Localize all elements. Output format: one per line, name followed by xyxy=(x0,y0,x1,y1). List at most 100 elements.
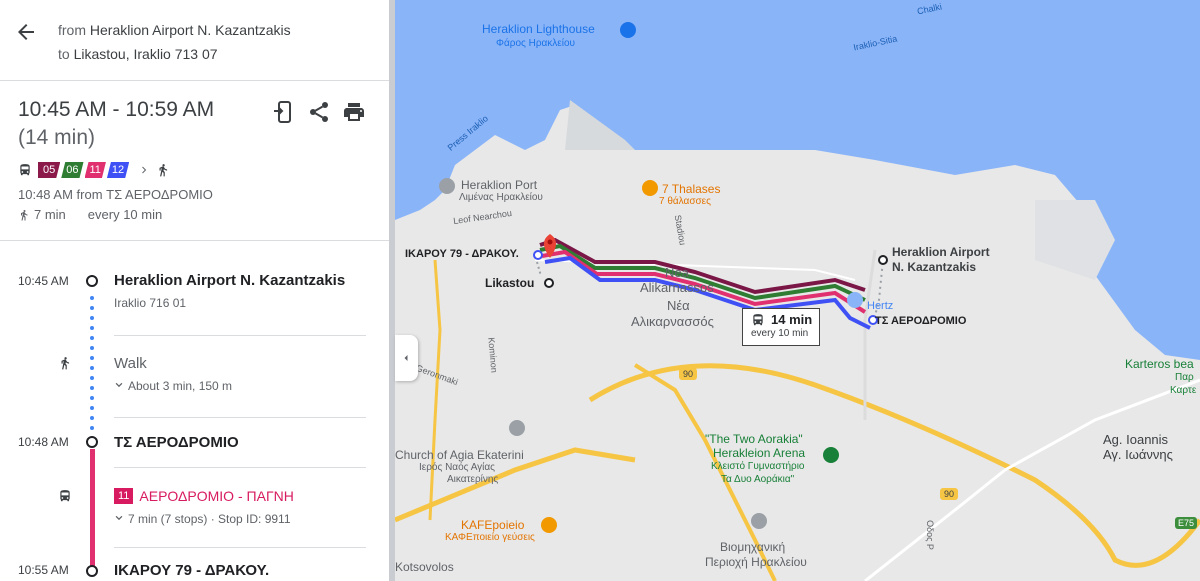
walk-dot xyxy=(90,376,94,380)
collapse-panel-button[interactable] xyxy=(395,335,418,381)
map-label-kafe-gr: ΚΑΦΕποιείο γεύσεις xyxy=(445,532,535,543)
route-badge-05: 05 xyxy=(38,162,60,178)
card-duration: 14 min xyxy=(771,312,813,327)
walk-dot xyxy=(90,296,94,300)
map-label-church[interactable]: Church of Agia Ekaterini xyxy=(395,448,524,462)
walk-dot xyxy=(90,336,94,340)
alight-stop[interactable]: ΙΚΑΡΟΥ 79 - ΔΡΑΚΟΥ. xyxy=(114,562,269,579)
trip-duration: (14 min) xyxy=(18,126,96,149)
alight-time: 10:55 AM xyxy=(18,563,69,577)
bus-route[interactable]: 11 ΑΕΡΟΔΡΟΜΙΟ - ΠΑΓΝΗ xyxy=(114,488,294,504)
map-label-7-thalases-gr: 7 θάλασσες xyxy=(659,196,711,207)
origin-name: Heraklion Airport N. Kazantzakis xyxy=(89,22,291,38)
map-label-likastou[interactable]: Likastou xyxy=(485,276,534,290)
share-icon[interactable] xyxy=(307,100,331,124)
origin-line[interactable]: from Heraklion Airport N. Kazantzakis xyxy=(58,22,291,38)
map-label-karteros-gr-1: Παρ xyxy=(1175,372,1194,383)
start-address: Iraklio 716 01 xyxy=(114,296,187,310)
chevron-down-icon xyxy=(115,382,123,388)
bus-detail: 7 min (7 stops) · Stop ID: 9911 xyxy=(128,512,291,526)
map-label-airport-2: N. Kazantzakis xyxy=(892,260,977,274)
map-label-aorakia-2: Herakleion Arena xyxy=(713,446,806,460)
walk-dot xyxy=(90,426,94,430)
walk-label: Walk xyxy=(114,355,147,372)
chevron-down-icon xyxy=(115,515,123,521)
from-prefix: from xyxy=(58,22,86,38)
walk-step-icon xyxy=(61,357,70,370)
transit-time-card[interactable]: 14 min every 10 min xyxy=(742,308,820,346)
map-label-nea-1: Nea xyxy=(665,265,689,280)
board-node xyxy=(86,436,98,448)
bus-icon xyxy=(753,314,763,326)
map-label-lighthouse-gr: Φάρος Ηρακλείου xyxy=(496,38,576,49)
directions-header: from Heraklion Airport N. Kazantzakis to… xyxy=(0,0,391,81)
destination-name: Likastou, Iraklio 713 07 xyxy=(73,46,218,62)
chevron-left-icon xyxy=(404,355,408,361)
map-label-airport[interactable]: Heraklion Airport xyxy=(892,245,990,259)
destination-line[interactable]: to Likastou, Iraklio 713 07 xyxy=(58,46,218,62)
start-node xyxy=(86,275,98,287)
walk-small-icon xyxy=(21,209,28,220)
map-canvas[interactable]: Heraklion Lighthouse Φάρος Ηρακλείου Her… xyxy=(395,0,1200,581)
map-label-church-gr-1: Ιερός Ναός Αγίας xyxy=(419,462,496,473)
divider xyxy=(114,467,366,468)
walk-dot xyxy=(90,356,94,360)
map-label-lighthouse[interactable]: Heraklion Lighthouse xyxy=(482,22,595,36)
board-time: 10:48 AM xyxy=(18,435,69,449)
map-label-industrial-2: Περιοχή Ηρακλείου xyxy=(705,555,807,569)
bus-step-icon xyxy=(60,490,70,502)
map-label-kafe[interactable]: KAFEpoieio xyxy=(461,518,524,532)
walk-dot xyxy=(90,416,94,420)
walk-details-toggle[interactable]: About 3 min, 150 m xyxy=(114,379,232,393)
map-label-kotsovolos[interactable]: Kotsovolos xyxy=(395,560,454,574)
divider xyxy=(114,335,366,336)
walk-dot xyxy=(90,306,94,310)
time-range: 10:45 AM - 10:59 AM xyxy=(18,98,215,121)
bus-number-badge: 11 xyxy=(114,488,134,504)
divider xyxy=(114,417,366,418)
start-stop[interactable]: Heraklion Airport N. Kazantzakis xyxy=(114,272,345,289)
map-label-karteros[interactable]: Karteros bea xyxy=(1125,357,1194,371)
map-label-church-gr-2: Αικατερίνης xyxy=(447,474,499,485)
walk-icon xyxy=(159,164,168,177)
walk-dot xyxy=(90,386,94,390)
route-badge-06: 06 xyxy=(61,162,83,178)
walk-dot xyxy=(90,346,94,350)
board-stop[interactable]: ΤΣ ΑΕΡΟΔΡΟΜΙΟ xyxy=(114,434,239,451)
walk-detail: About 3 min, 150 m xyxy=(128,379,233,393)
map-label-ioannis-2: Αγ. Ιωάννης xyxy=(1103,447,1173,462)
map-label-ioannis-1: Ag. Ioannis xyxy=(1103,432,1169,447)
map-graphics xyxy=(395,0,1200,581)
print-icon[interactable] xyxy=(342,100,366,124)
bus-route-name: ΑΕΡΟΔΡΟΜΙΟ - ΠΑΓΝΗ xyxy=(139,488,294,504)
map-label-nea-2: Alikarnassos xyxy=(640,280,714,295)
walk-time: 7 min xyxy=(34,207,66,222)
road-shield-90: 90 xyxy=(944,489,955,499)
map-label-ikarou-stop[interactable]: ΙΚΑΡΟΥ 79 - ΔΡΑΚΟΥ. xyxy=(405,248,519,260)
back-arrow-icon[interactable] xyxy=(14,20,38,44)
map-label-7-thalases[interactable]: 7 Thalases xyxy=(662,182,720,196)
divider xyxy=(114,547,366,548)
map-label-port[interactable]: Heraklion Port xyxy=(461,178,537,192)
walk-summary: 7 min every 10 min xyxy=(18,207,162,222)
road-shield-90: 90 xyxy=(683,369,694,379)
departure-info: 10:48 AM from ΤΣ ΑΕΡΟΔΡΟΜΙΟ xyxy=(18,187,213,202)
divider xyxy=(0,240,391,241)
start-time: 10:45 AM xyxy=(18,274,69,288)
send-to-phone-icon[interactable] xyxy=(272,100,296,124)
map-label-karteros-gr-2: Καρτε xyxy=(1170,385,1197,396)
street-odos: Οδος Ρ xyxy=(924,520,935,550)
map-label-aorakia-1[interactable]: "The Two Aorakia" xyxy=(705,432,803,446)
to-prefix: to xyxy=(58,46,70,62)
bus-icon xyxy=(20,164,30,176)
map-label-ts-aerodromio[interactable]: ΤΣ ΑΕΡΟΔΡΟΜΙΟ xyxy=(875,315,966,327)
walk-dot xyxy=(90,316,94,320)
bus-details-toggle[interactable]: 7 min (7 stops) · Stop ID: 9911 xyxy=(114,512,291,526)
map-label-hertz[interactable]: Hertz xyxy=(867,300,893,312)
frequency: every 10 min xyxy=(87,207,163,222)
road-shield-e75: E75 xyxy=(1178,518,1195,528)
walk-dot xyxy=(90,366,94,370)
walk-dot xyxy=(90,406,94,410)
walk-dot xyxy=(90,396,94,400)
bus-segment-bar xyxy=(90,449,95,571)
